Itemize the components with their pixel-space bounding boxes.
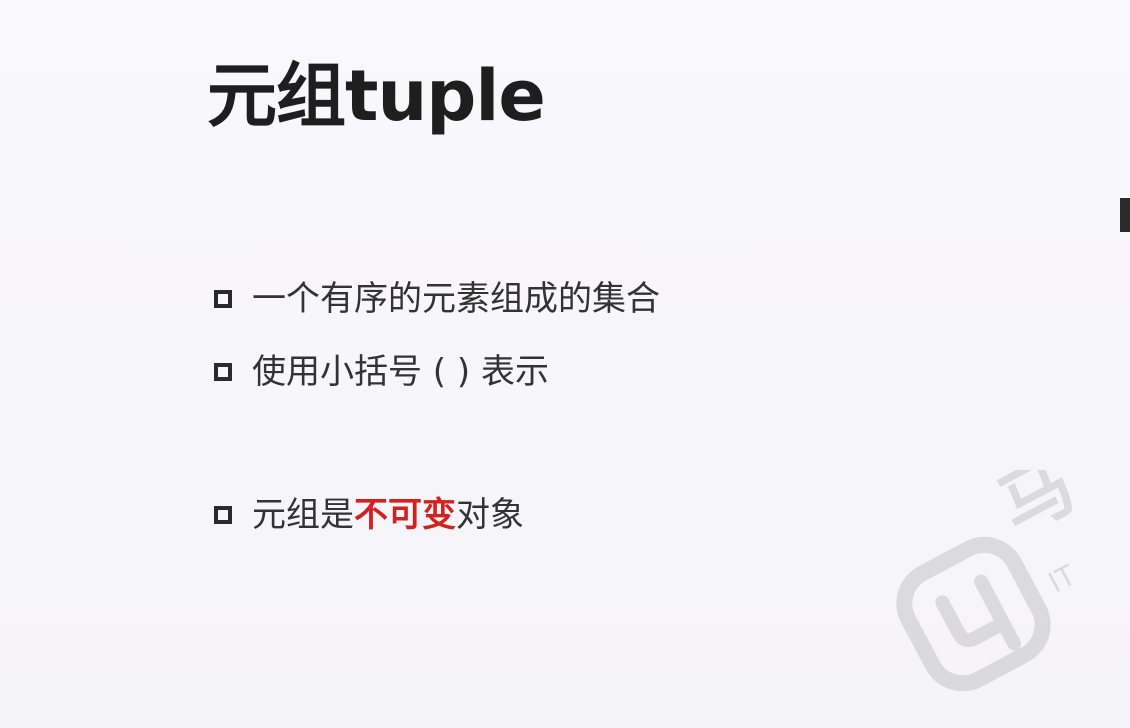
bullet-text-prefix: 元组是: [252, 495, 354, 535]
bullet-text: 使用小括号 ( ) 表示: [252, 352, 549, 392]
bullet-item-2: 使用小括号 ( ) 表示: [214, 355, 549, 389]
bullet-text: 一个有序的元素组成的集合: [252, 279, 660, 319]
watermark-subtext: IT: [1043, 558, 1082, 599]
brand-logo-icon: 马 IT: [896, 470, 1088, 692]
edge-marker: [1120, 198, 1130, 232]
slide: 元组tuple 一个有序的元素组成的集合 使用小括号 ( ) 表示 元组是不可变…: [0, 0, 1130, 728]
highlighted-text: 不可变: [354, 495, 456, 535]
square-bullet-icon: [214, 363, 232, 381]
bullet-text-suffix: 对象: [456, 495, 524, 535]
slide-title: 元组tuple: [207, 55, 546, 137]
watermark: 马 IT: [880, 470, 1130, 728]
bullet-item-1: 一个有序的元素组成的集合: [214, 282, 660, 316]
square-bullet-icon: [214, 506, 232, 524]
watermark-text: 马: [985, 470, 1088, 550]
bullet-item-3: 元组是不可变对象: [214, 498, 524, 532]
square-bullet-icon: [214, 290, 232, 308]
bullet-text: 元组是不可变对象: [252, 498, 524, 532]
